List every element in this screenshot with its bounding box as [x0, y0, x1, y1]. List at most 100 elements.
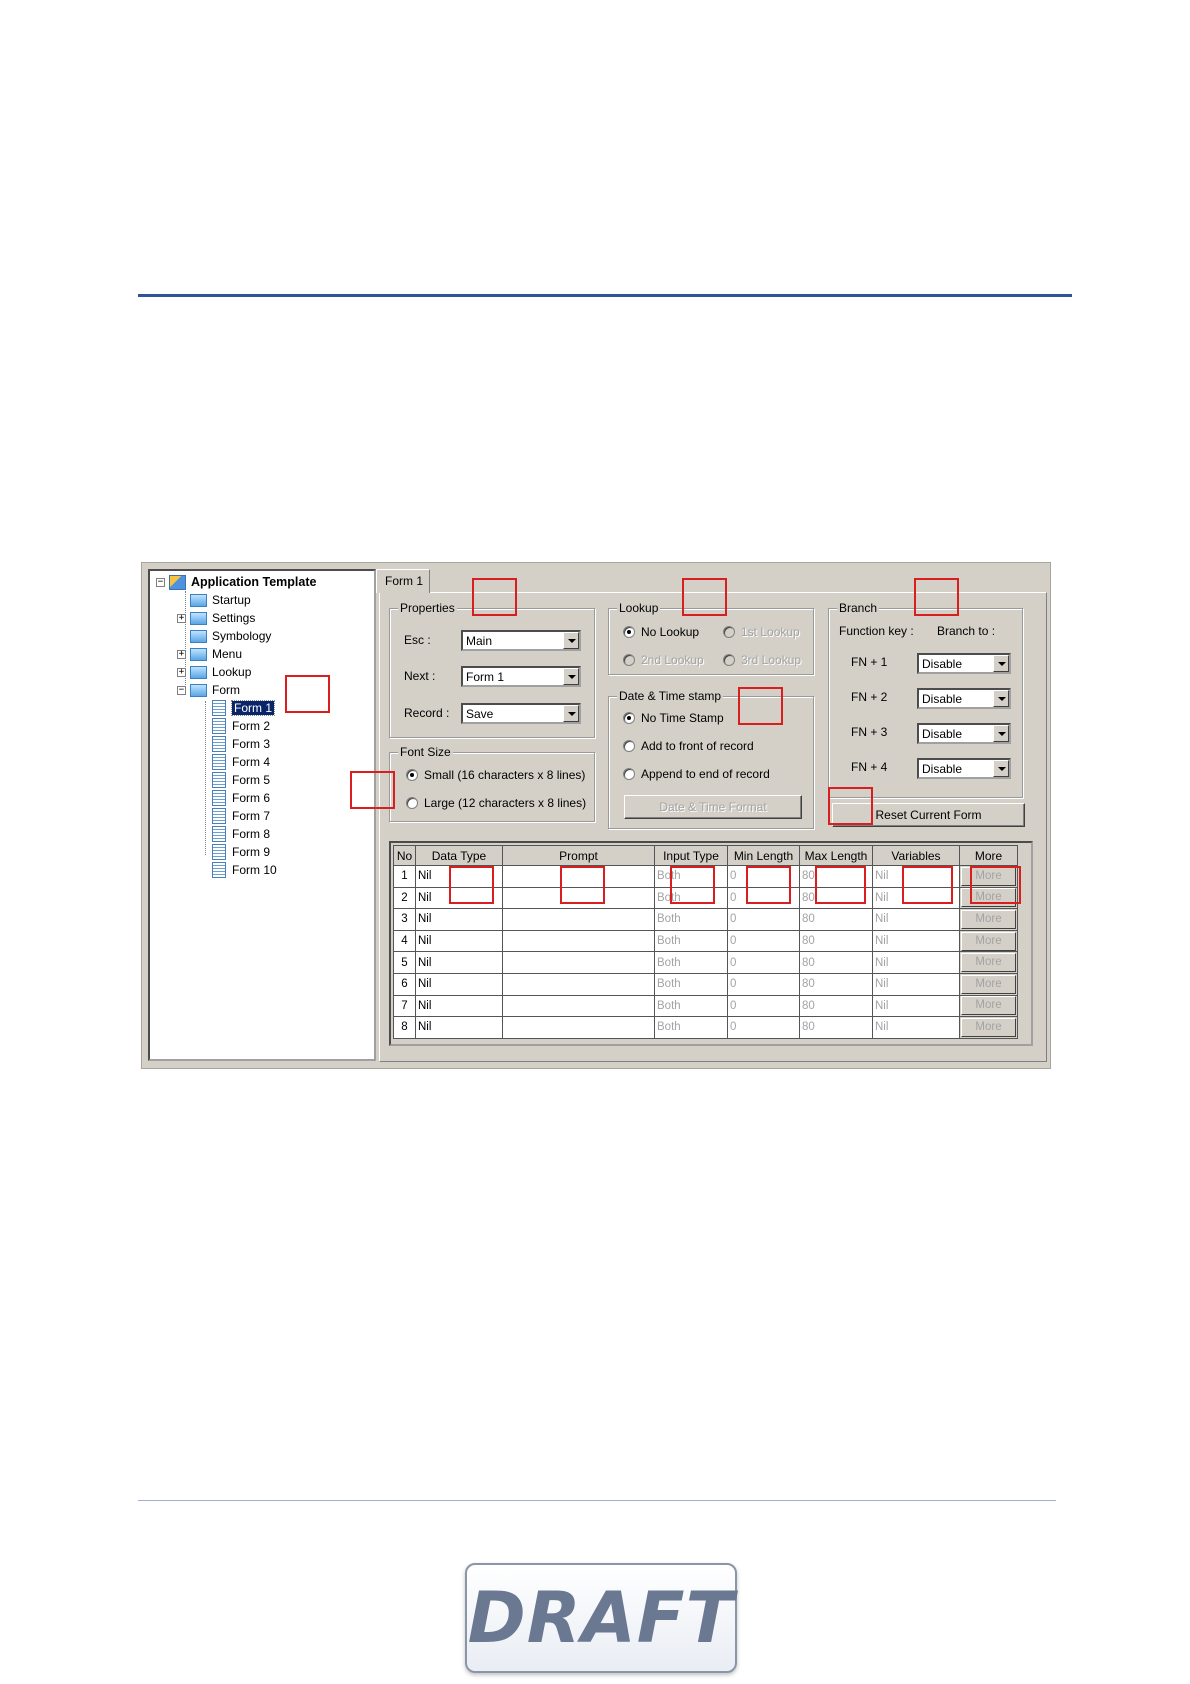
tree-item-form-9[interactable]: Form 9	[212, 843, 270, 861]
prompt-cell[interactable]	[502, 994, 655, 1018]
prompt-cell[interactable]	[502, 929, 655, 953]
collapse-icon[interactable]: −	[156, 577, 165, 587]
dropdown-arrow-icon[interactable]	[563, 705, 579, 722]
col-data-type[interactable]: Data Type	[415, 845, 503, 866]
max-length-cell[interactable]: 80	[799, 972, 873, 996]
record-select[interactable]: Save	[461, 703, 581, 724]
max-length-cell[interactable]: 80	[799, 1016, 873, 1039]
more-button[interactable]: More	[961, 996, 1016, 1016]
table-row[interactable]: 8 Nil Both 0 80 Nil More	[393, 1016, 1018, 1039]
table-row[interactable]: 5 Nil Both 0 80 Nil More	[393, 951, 1018, 974]
tree-item-menu[interactable]: + Menu	[177, 645, 242, 663]
font-small-radio[interactable]: Small (16 characters x 8 lines)	[406, 768, 585, 782]
col-input-type[interactable]: Input Type	[654, 845, 728, 866]
min-length-cell[interactable]: 0	[727, 929, 800, 953]
tree-item-form-10[interactable]: Form 10	[212, 861, 277, 879]
tree-item-form-5[interactable]: Form 5	[212, 771, 270, 789]
tab-form-1[interactable]: Form 1	[376, 569, 430, 593]
fn2-branch-select[interactable]: Disable	[917, 688, 1011, 709]
col-more[interactable]: More	[959, 845, 1018, 866]
min-length-cell[interactable]: 0	[727, 1016, 800, 1039]
data-type-cell[interactable]: Nil	[415, 994, 503, 1018]
tree-item-form-2[interactable]: Form 2	[212, 717, 270, 735]
more-button[interactable]: More	[961, 931, 1016, 951]
more-button[interactable]: More	[961, 909, 1016, 929]
input-type-cell[interactable]: Both	[654, 908, 728, 931]
tree-item-symbology[interactable]: Symbology	[177, 627, 271, 645]
col-min-length[interactable]: Min Length	[727, 845, 800, 866]
font-large-radio[interactable]: Large (12 characters x 8 lines)	[406, 796, 586, 810]
min-length-cell[interactable]: 0	[727, 951, 800, 974]
max-length-cell[interactable]: 80	[799, 994, 873, 1018]
no-time-stamp-radio[interactable]: No Time Stamp	[623, 711, 724, 725]
table-row[interactable]: 7 Nil Both 0 80 Nil More	[393, 994, 1018, 1018]
prompt-cell[interactable]	[502, 951, 655, 974]
dropdown-arrow-icon[interactable]	[993, 725, 1009, 742]
tree-item-form-8[interactable]: Form 8	[212, 825, 270, 843]
fn4-branch-select[interactable]: Disable	[917, 758, 1011, 779]
tree-item-form-4[interactable]: Form 4	[212, 753, 270, 771]
table-row[interactable]: 3 Nil Both 0 80 Nil More	[393, 908, 1018, 931]
table-row[interactable]: 6 Nil Both 0 80 Nil More	[393, 972, 1018, 996]
date-time-format-button[interactable]: Date & Time Format	[624, 795, 802, 819]
variables-cell[interactable]: Nil	[872, 951, 960, 974]
tree-item-form-7[interactable]: Form 7	[212, 807, 270, 825]
data-type-cell[interactable]: Nil	[415, 951, 503, 974]
esc-select[interactable]: Main	[461, 630, 581, 651]
more-button[interactable]: More	[961, 974, 1016, 994]
input-type-cell[interactable]: Both	[654, 994, 728, 1018]
tree-item-form[interactable]: − Form	[177, 681, 240, 699]
variables-cell[interactable]: Nil	[872, 994, 960, 1018]
third-lookup-radio[interactable]: 3rd Lookup	[723, 653, 801, 667]
prompt-cell[interactable]	[502, 1016, 655, 1039]
tree-item-startup[interactable]: Startup	[177, 591, 251, 609]
tree-item-settings[interactable]: + Settings	[177, 609, 255, 627]
min-length-cell[interactable]: 0	[727, 994, 800, 1018]
input-type-cell[interactable]: Both	[654, 1016, 728, 1039]
second-lookup-radio[interactable]: 2nd Lookup	[623, 653, 704, 667]
fn1-branch-select[interactable]: Disable	[917, 653, 1011, 674]
expand-icon[interactable]: +	[177, 649, 186, 659]
data-type-cell[interactable]: Nil	[415, 929, 503, 953]
col-no[interactable]: No	[393, 845, 416, 866]
more-button[interactable]: More	[961, 1017, 1016, 1037]
next-select[interactable]: Form 1	[461, 666, 581, 687]
tree-item-lookup[interactable]: + Lookup	[177, 663, 251, 681]
max-length-cell[interactable]: 80	[799, 929, 873, 953]
variables-cell[interactable]: Nil	[872, 1016, 960, 1039]
expand-icon[interactable]: +	[177, 667, 186, 677]
tree-item-form-1[interactable]: Form 1	[212, 699, 276, 717]
fn3-branch-select[interactable]: Disable	[917, 723, 1011, 744]
add-front-radio[interactable]: Add to front of record	[623, 739, 754, 753]
dropdown-arrow-icon[interactable]	[993, 760, 1009, 777]
tree-item-form-6[interactable]: Form 6	[212, 789, 270, 807]
prompt-cell[interactable]	[502, 972, 655, 996]
input-type-cell[interactable]: Both	[654, 951, 728, 974]
expand-icon[interactable]: +	[177, 613, 186, 623]
min-length-cell[interactable]: 0	[727, 972, 800, 996]
table-row[interactable]: 4 Nil Both 0 80 Nil More	[393, 929, 1018, 953]
tree-item-form-3[interactable]: Form 3	[212, 735, 270, 753]
max-length-cell[interactable]: 80	[799, 951, 873, 974]
first-lookup-radio[interactable]: 1st Lookup	[723, 625, 800, 639]
dropdown-arrow-icon[interactable]	[993, 655, 1009, 672]
dropdown-arrow-icon[interactable]	[563, 632, 579, 649]
min-length-cell[interactable]: 0	[727, 908, 800, 931]
prompt-cell[interactable]	[502, 908, 655, 931]
data-type-cell[interactable]: Nil	[415, 908, 503, 931]
variables-cell[interactable]: Nil	[872, 929, 960, 953]
append-end-radio[interactable]: Append to end of record	[623, 767, 770, 781]
dropdown-arrow-icon[interactable]	[563, 668, 579, 685]
dropdown-arrow-icon[interactable]	[993, 690, 1009, 707]
collapse-icon[interactable]: −	[177, 685, 186, 695]
tree-root[interactable]: − Application Template	[156, 573, 316, 591]
max-length-cell[interactable]: 80	[799, 908, 873, 931]
application-tree[interactable]: − Application Template Startup + Setting…	[148, 569, 376, 1061]
col-variables[interactable]: Variables	[872, 845, 960, 866]
input-type-cell[interactable]: Both	[654, 972, 728, 996]
more-button[interactable]: More	[961, 953, 1016, 973]
col-prompt[interactable]: Prompt	[502, 845, 655, 866]
input-type-cell[interactable]: Both	[654, 929, 728, 953]
variables-cell[interactable]: Nil	[872, 972, 960, 996]
no-lookup-radio[interactable]: No Lookup	[623, 625, 699, 639]
